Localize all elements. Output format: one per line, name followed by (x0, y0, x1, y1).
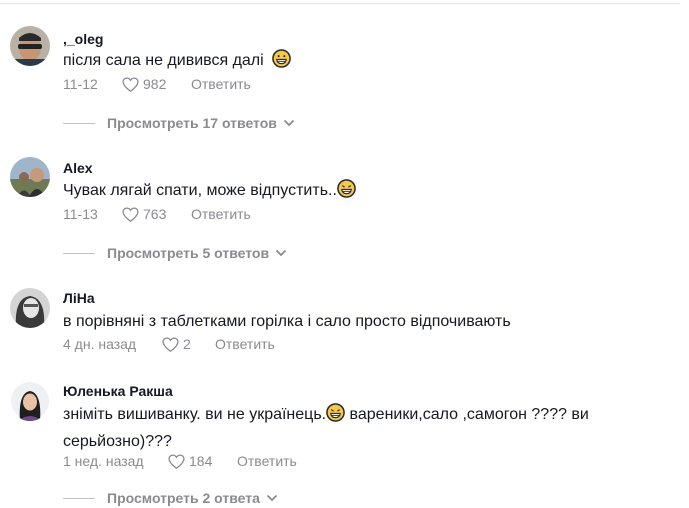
grinning-face-emoji (337, 179, 356, 206)
reply-button[interactable]: Ответить (215, 336, 275, 352)
comment-meta: 11-12 982 Ответить (63, 74, 251, 94)
grinning-face-emoji (272, 49, 291, 76)
grinning-face-emoji (326, 403, 345, 430)
comment-text: Чувак лягай спати, може відпустить.. (63, 179, 663, 206)
chevron-down-icon (275, 249, 287, 257)
comment-text-content-cont: вареники,сало ,самогон ???? ви (345, 406, 589, 423)
view-replies-button[interactable]: Просмотреть 5 ответов (63, 243, 287, 263)
comment-username[interactable]: Alex (63, 160, 93, 176)
like-count: 2 (183, 336, 191, 352)
comment-meta: 4 дн. назад 2 Ответить (63, 334, 275, 354)
comment-date: 11-13 (63, 206, 98, 222)
comment-text-line2: серьйозно)??? (63, 433, 172, 450)
top-divider (0, 3, 680, 4)
avatar[interactable] (10, 381, 50, 421)
replies-line (63, 122, 95, 124)
chevron-down-icon (283, 119, 295, 127)
comment-text: після сала не дивився далі (63, 49, 663, 76)
like-button[interactable]: 982 (122, 76, 191, 92)
comment-meta: 11-13 763 Ответить (63, 204, 251, 224)
comment-username[interactable]: ,_oleg (63, 31, 103, 47)
comment-text-content: в порівняні з таблетками горілка і сало … (63, 313, 511, 330)
replies-line (63, 252, 95, 254)
comment-text-content: зніміть вишиванку. ви не українець. (63, 406, 327, 423)
chevron-down-icon (266, 494, 278, 502)
comment-username[interactable]: ЛіНа (63, 290, 95, 306)
like-button[interactable]: 184 (168, 453, 237, 469)
comment-date: 4 дн. назад (63, 336, 137, 352)
comment-text-content: Чувак лягай спати, може відпустить.. (63, 182, 337, 199)
avatar[interactable] (10, 26, 50, 66)
comment-text: зніміть вишиванку. ви не українець. варе… (63, 403, 663, 454)
avatar[interactable] (10, 288, 50, 328)
heart-outline-icon (162, 336, 179, 352)
like-button[interactable]: 763 (122, 206, 191, 222)
comment-text: в порівняні з таблетками горілка і сало … (63, 310, 663, 334)
avatar[interactable] (10, 157, 50, 197)
like-button[interactable]: 2 (162, 336, 215, 352)
view-replies-label: Просмотреть 17 ответов (107, 115, 277, 131)
like-count: 763 (143, 206, 167, 222)
like-count: 184 (189, 453, 213, 469)
reply-button[interactable]: Ответить (191, 76, 251, 92)
comment-username[interactable]: Юленька Ракша (63, 383, 173, 399)
comment-meta: 1 нед. назад 184 Ответить (63, 451, 297, 471)
comment-date: 1 нед. назад (63, 453, 144, 469)
reply-button[interactable]: Ответить (191, 206, 251, 222)
view-replies-label: Просмотреть 5 ответов (107, 245, 270, 261)
reply-button[interactable]: Ответить (237, 453, 297, 469)
comment-text-content: після сала не дивився далі (63, 52, 264, 69)
like-count: 982 (143, 76, 167, 92)
heart-outline-icon (122, 76, 139, 92)
view-replies-button[interactable]: Просмотреть 2 ответа (63, 488, 278, 508)
heart-outline-icon (168, 453, 185, 469)
heart-outline-icon (122, 206, 139, 222)
replies-line (63, 497, 95, 499)
view-replies-label: Просмотреть 2 ответа (107, 490, 260, 506)
comment-date: 11-12 (63, 76, 98, 92)
view-replies-button[interactable]: Просмотреть 17 ответов (63, 113, 295, 133)
